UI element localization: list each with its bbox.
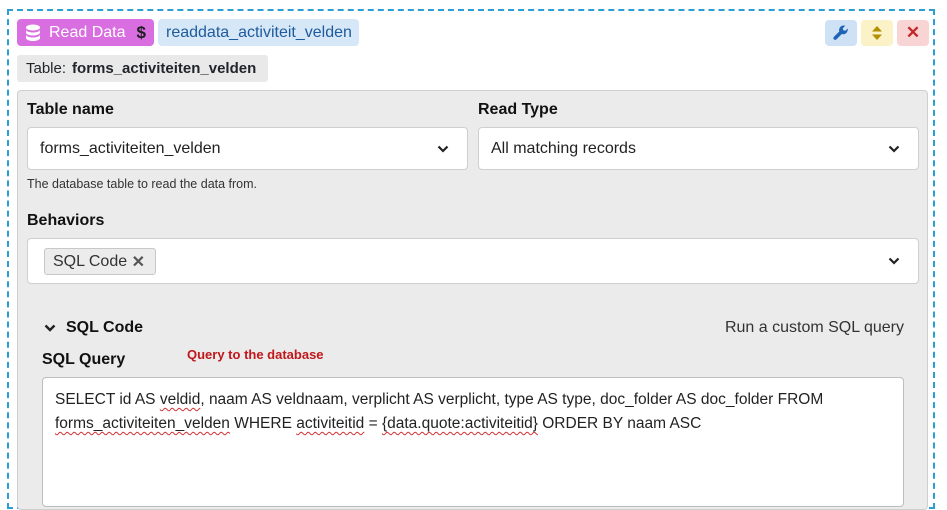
behaviors-select[interactable] (27, 238, 919, 284)
remove-block-button[interactable]: ✕ (897, 20, 929, 46)
sql-text-segment: = (364, 415, 382, 432)
chevron-down-icon (437, 145, 449, 153)
sql-text-segment: , naam AS veldnaam, verplicht AS verplic… (200, 391, 824, 408)
sql-misspelled-token: forms_activiteiten_velden (55, 415, 230, 432)
read-type-select[interactable]: All matching records (478, 127, 919, 170)
table-name-help: The database table to read the data from… (27, 177, 258, 191)
instance-name-badge[interactable]: readdata_activiteit_velden (158, 19, 359, 46)
read-type-value: All matching records (491, 139, 636, 157)
block-type-label: Read Data (49, 23, 126, 41)
table-tag: Table: forms_activiteiten_velden (17, 55, 268, 82)
sql-query-textarea[interactable]: SELECT id AS veldid, naam AS veldnaam, v… (42, 377, 904, 507)
dollar-icon: $ (136, 22, 146, 42)
sql-code-title: SQL Code (66, 319, 144, 336)
sort-icon (872, 26, 882, 40)
settings-button[interactable] (825, 20, 857, 46)
close-icon: ✕ (905, 23, 921, 42)
sql-code-description: Run a custom SQL query (724, 319, 904, 336)
table-tag-key: Table: (26, 60, 67, 77)
read-type-label: Read Type (478, 101, 558, 118)
sql-text-segment: WHERE (229, 415, 297, 432)
behaviors-label: Behaviors (27, 212, 105, 229)
table-name-select[interactable]: forms_activiteiten_velden (27, 127, 468, 170)
wrench-icon (833, 25, 848, 40)
sql-misspelled-token: activiteitid (296, 415, 365, 432)
table-name-value: forms_activiteiten_velden (40, 139, 221, 157)
sql-text-segment: SELECT id AS (55, 391, 160, 408)
remove-chip-icon[interactable]: ✕ (132, 252, 145, 272)
reorder-button[interactable] (861, 20, 893, 46)
table-tag-value: forms_activiteiten_velden (72, 60, 257, 77)
block-type-badge: Read Data $ (17, 19, 154, 46)
chevron-down-icon (888, 145, 900, 153)
database-icon (26, 24, 40, 41)
chevron-down-icon (888, 257, 900, 265)
sql-misspelled-token: {data.quote:activiteitid} (381, 415, 538, 432)
sql-query-note: Query to the database (187, 347, 324, 362)
sql-text-segment: ORDER BY naam ASC (537, 415, 702, 432)
table-name-label: Table name (27, 101, 114, 118)
sql-misspelled-token: veldid (159, 391, 201, 408)
chevron-down-icon (44, 324, 56, 332)
sql-code-toggle[interactable]: SQL Code (44, 319, 143, 337)
behavior-chip-label: SQL Code (53, 252, 128, 270)
sql-query-label: SQL Query (42, 351, 126, 368)
instance-name: readdata_activiteit_velden (166, 23, 352, 41)
behavior-chip-sql-code: SQL Code ✕ (44, 248, 156, 275)
